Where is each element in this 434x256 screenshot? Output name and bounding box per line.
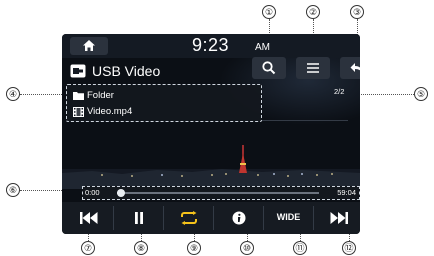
home-icon bbox=[83, 40, 95, 51]
callout-3: ③ bbox=[350, 5, 364, 19]
city-skyline-image bbox=[62, 139, 360, 189]
folder-icon bbox=[73, 92, 84, 100]
list-divider bbox=[262, 120, 348, 121]
leader-line bbox=[20, 94, 66, 95]
list-item-label: Folder bbox=[87, 90, 114, 101]
next-track-button[interactable] bbox=[314, 202, 360, 234]
callout-11: ⑪ bbox=[293, 241, 307, 255]
callout-1: ① bbox=[262, 5, 276, 19]
pause-button[interactable] bbox=[114, 202, 163, 234]
search-icon bbox=[262, 61, 276, 75]
list-menu-button[interactable] bbox=[296, 57, 330, 79]
back-button[interactable] bbox=[340, 57, 360, 79]
callout-6: ⑥ bbox=[6, 183, 20, 197]
home-button[interactable] bbox=[70, 37, 108, 55]
playback-progress-bar: 0:00 59:04 bbox=[82, 186, 360, 200]
list-item-label: Video.mp4 bbox=[87, 106, 133, 117]
previous-track-button[interactable] bbox=[64, 202, 113, 234]
callout-7: ⑦ bbox=[81, 241, 95, 255]
seek-handle[interactable] bbox=[117, 189, 126, 197]
page-indicator: 2/2 bbox=[334, 87, 345, 96]
info-icon bbox=[232, 211, 245, 225]
wide-aspect-button[interactable]: WIDE bbox=[264, 202, 313, 234]
elapsed-time: 0:00 bbox=[85, 188, 100, 197]
page-title: USB Video bbox=[92, 63, 161, 79]
back-arrow-icon bbox=[350, 63, 360, 72]
video-file-icon bbox=[73, 107, 84, 117]
skip-next-icon bbox=[330, 212, 348, 224]
wide-label: WIDE bbox=[276, 212, 301, 222]
source-title-row: USB Video bbox=[62, 60, 262, 82]
callout-4: ④ bbox=[6, 87, 20, 101]
callout-9: ⑨ bbox=[187, 241, 201, 255]
callout-12: ⑫ bbox=[342, 241, 356, 255]
pause-icon bbox=[134, 212, 143, 224]
seek-track[interactable] bbox=[117, 189, 319, 197]
callout-8: ⑧ bbox=[134, 241, 148, 255]
clock-time: 9:23 bbox=[192, 35, 230, 55]
status-bar: 9:23 AM bbox=[62, 34, 360, 58]
list-menu-icon bbox=[307, 63, 319, 73]
usb-source-icon bbox=[70, 64, 86, 78]
leader-line bbox=[352, 94, 414, 95]
repeat-button[interactable] bbox=[164, 202, 213, 234]
total-time: 59:04 bbox=[337, 188, 356, 197]
skip-previous-icon bbox=[79, 212, 97, 224]
callout-2: ② bbox=[306, 5, 320, 19]
info-button[interactable] bbox=[214, 202, 263, 234]
clock-ampm: AM bbox=[255, 42, 270, 53]
callout-10: ⑩ bbox=[240, 241, 254, 255]
file-list: Folder Video.mp4 bbox=[66, 84, 262, 122]
repeat-icon bbox=[180, 211, 197, 225]
callout-5: ⑤ bbox=[414, 87, 428, 101]
usb-video-screen: 9:23 AM USB Video Folder Video.mp4 2/2 0… bbox=[62, 34, 360, 234]
playback-controls: WIDE bbox=[62, 202, 360, 234]
